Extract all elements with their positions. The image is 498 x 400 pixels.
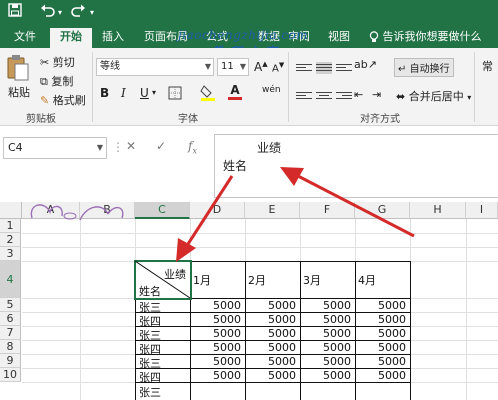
- arrow-head-cell: [176, 238, 196, 262]
- annotation-arrows: [176, 167, 415, 262]
